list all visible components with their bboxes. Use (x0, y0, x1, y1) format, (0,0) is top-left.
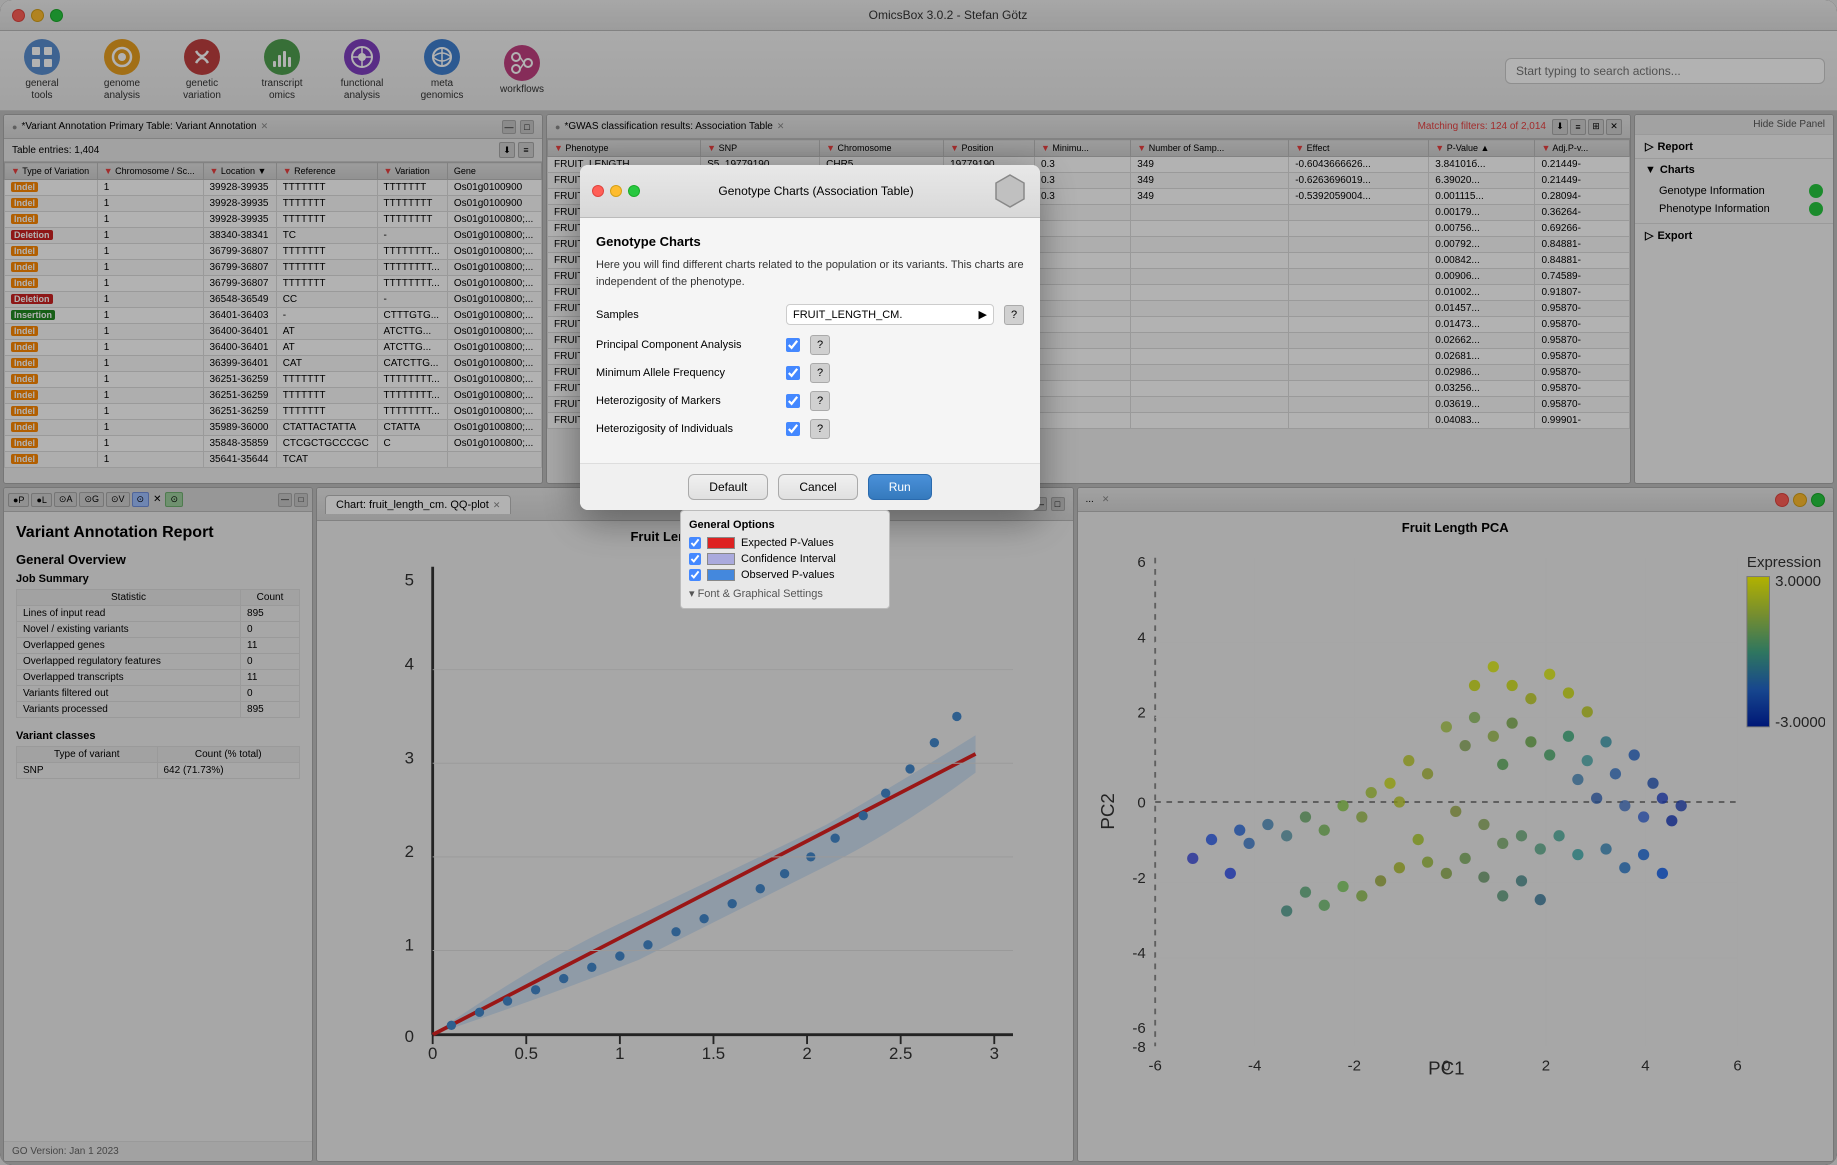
general-options-panel: General Options Expected P-Values Confid… (680, 510, 890, 609)
modal-option-row: Heterozigosity of Individuals ? (596, 419, 1024, 439)
gen-opt-color (707, 537, 735, 549)
option-help-btn[interactable]: ? (810, 335, 830, 355)
gen-opt-label: Expected P-Values (741, 537, 834, 549)
modal-traffic-lights[interactable] (592, 185, 640, 197)
modal-samples-dropdown-arrow: ▶ (979, 308, 987, 321)
modal-option-checkbox[interactable] (786, 366, 800, 380)
modal-default-button[interactable]: Default (688, 474, 768, 500)
option-help-btn[interactable]: ? (810, 391, 830, 411)
modal-help-btn[interactable]: ? (1004, 305, 1024, 325)
general-option-row: Expected P-Values (689, 537, 881, 549)
font-settings-toggle[interactable]: ▾ Font & Graphical Settings (689, 587, 881, 600)
general-options-title: General Options (689, 519, 881, 531)
modal-overlay: Genotype Charts (Association Table) Geno… (0, 0, 1837, 1165)
modal-cancel-button[interactable]: Cancel (778, 474, 857, 500)
modal-close-btn[interactable] (592, 185, 604, 197)
hexagon-icon (992, 173, 1028, 209)
gen-opt-checkbox[interactable] (689, 569, 701, 581)
gen-opt-label: Confidence Interval (741, 553, 836, 565)
modal-run-button[interactable]: Run (868, 474, 932, 500)
modal-samples-label: Samples (596, 309, 776, 321)
modal-option-checkbox[interactable] (786, 422, 800, 436)
modal-samples-row: Samples FRUIT_LENGTH_CM. ▶ ? (596, 304, 1024, 325)
gen-opt-color (707, 569, 735, 581)
gen-opt-color (707, 553, 735, 565)
modal-option-checkbox[interactable] (786, 394, 800, 408)
modal-max-btn[interactable] (628, 185, 640, 197)
modal-title: Genotype Charts (Association Table) (646, 184, 986, 198)
general-option-row: Confidence Interval (689, 553, 881, 565)
modal-samples-input[interactable]: FRUIT_LENGTH_CM. ▶ (786, 304, 994, 325)
general-option-row: Observed P-values (689, 569, 881, 581)
gen-opt-label: Observed P-values (741, 569, 835, 581)
modal-option-row: Minimum Allele Frequency ? (596, 363, 1024, 383)
modal-samples-value: FRUIT_LENGTH_CM. (793, 309, 902, 321)
modal-body: Genotype Charts Here you will find diffe… (580, 218, 1040, 463)
modal-footer: Default Cancel Run (580, 463, 1040, 510)
option-help-btn[interactable]: ? (810, 363, 830, 383)
modal-section-title: Genotype Charts (596, 234, 1024, 249)
modal-option-checkbox[interactable] (786, 338, 800, 352)
modal-option-label: Minimum Allele Frequency (596, 367, 776, 379)
gen-opt-checkbox[interactable] (689, 553, 701, 565)
modal-option-row: Heterozigosity of Markers ? (596, 391, 1024, 411)
option-help-btn[interactable]: ? (810, 419, 830, 439)
modal-description: Here you will find different charts rela… (596, 257, 1024, 290)
modal-option-label: Heterozigosity of Markers (596, 395, 776, 407)
modal-option-label: Principal Component Analysis (596, 339, 776, 351)
gen-opt-checkbox[interactable] (689, 537, 701, 549)
modal-option-label: Heterozigosity of Individuals (596, 423, 776, 435)
modal-min-btn[interactable] (610, 185, 622, 197)
modal-titlebar: Genotype Charts (Association Table) (580, 165, 1040, 218)
general-options-items: Expected P-Values Confidence Interval Ob… (689, 537, 881, 581)
modal-options: Principal Component Analysis ? Minimum A… (596, 335, 1024, 439)
genotype-charts-modal: Genotype Charts (Association Table) Geno… (580, 165, 1040, 510)
modal-option-row: Principal Component Analysis ? (596, 335, 1024, 355)
